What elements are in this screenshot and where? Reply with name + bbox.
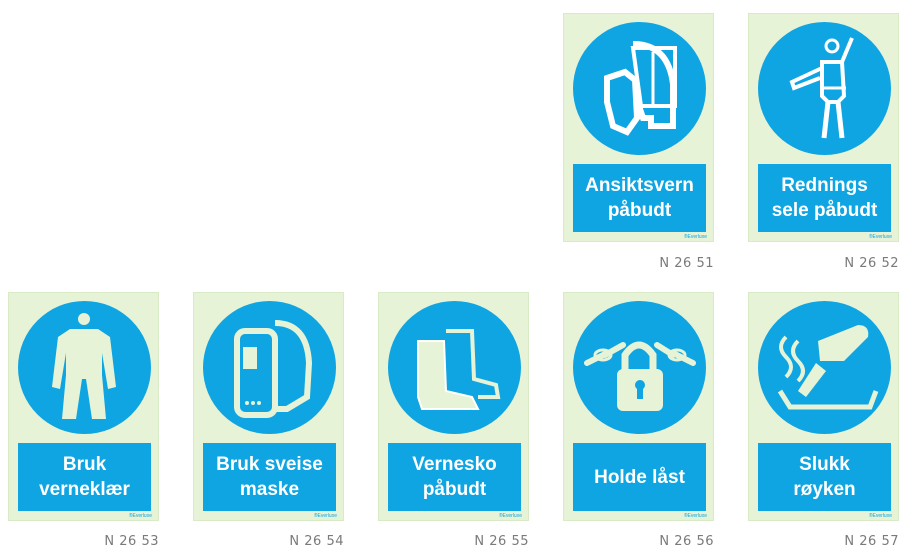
- padlock-chain-icon: [573, 301, 706, 434]
- brand-mark: ®Everluxe: [313, 513, 337, 519]
- safety-boots-icon: [388, 301, 521, 434]
- sign-card-n2655: Vernesko påbudt ®Everluxe: [378, 292, 529, 521]
- product-code: N 26 55: [474, 534, 529, 549]
- sign-card-n2652: Rednings sele påbudt ®Everluxe: [748, 13, 899, 242]
- product-code: N 26 57: [844, 534, 899, 549]
- sign-card-n2656: Holde låst ®Everluxe: [563, 292, 714, 521]
- sign-card-n2657: Slukk røyken ®Everluxe: [748, 292, 899, 521]
- product-code: N 26 53: [104, 534, 159, 549]
- sign-label: Rednings sele påbudt: [758, 164, 891, 232]
- sign-label: Slukk røyken: [758, 443, 891, 511]
- sign-label: Bruk verneklær: [18, 443, 151, 511]
- product-code: N 26 56: [659, 534, 714, 549]
- brand-mark: ®Everluxe: [128, 513, 152, 519]
- sign-card-n2654: Bruk sveise maske ®Everluxe: [193, 292, 344, 521]
- sign-label: Bruk sveise maske: [203, 443, 336, 511]
- welding-mask-icon: [203, 301, 336, 434]
- brand-mark: ®Everluxe: [498, 513, 522, 519]
- brand-mark: ®Everluxe: [683, 234, 707, 240]
- brand-mark: ®Everluxe: [868, 234, 892, 240]
- product-code: N 26 54: [289, 534, 344, 549]
- product-code: N 26 52: [844, 256, 899, 271]
- brand-mark: ®Everluxe: [683, 513, 707, 519]
- coverall-icon: [18, 301, 151, 434]
- sign-card-n2651: Ansiktsvern påbudt ®Everluxe: [563, 13, 714, 242]
- sign-label: Vernesko påbudt: [388, 443, 521, 511]
- face-shield-icon: [573, 22, 706, 155]
- extinguish-cigarette-icon: [758, 301, 891, 434]
- sign-label: Ansiktsvern påbudt: [573, 164, 706, 232]
- sign-card-n2653: Bruk verneklær ®Everluxe: [8, 292, 159, 521]
- safety-harness-icon: [758, 22, 891, 155]
- sign-label: Holde låst: [573, 443, 706, 511]
- product-code: N 26 51: [659, 256, 714, 271]
- brand-mark: ®Everluxe: [868, 513, 892, 519]
